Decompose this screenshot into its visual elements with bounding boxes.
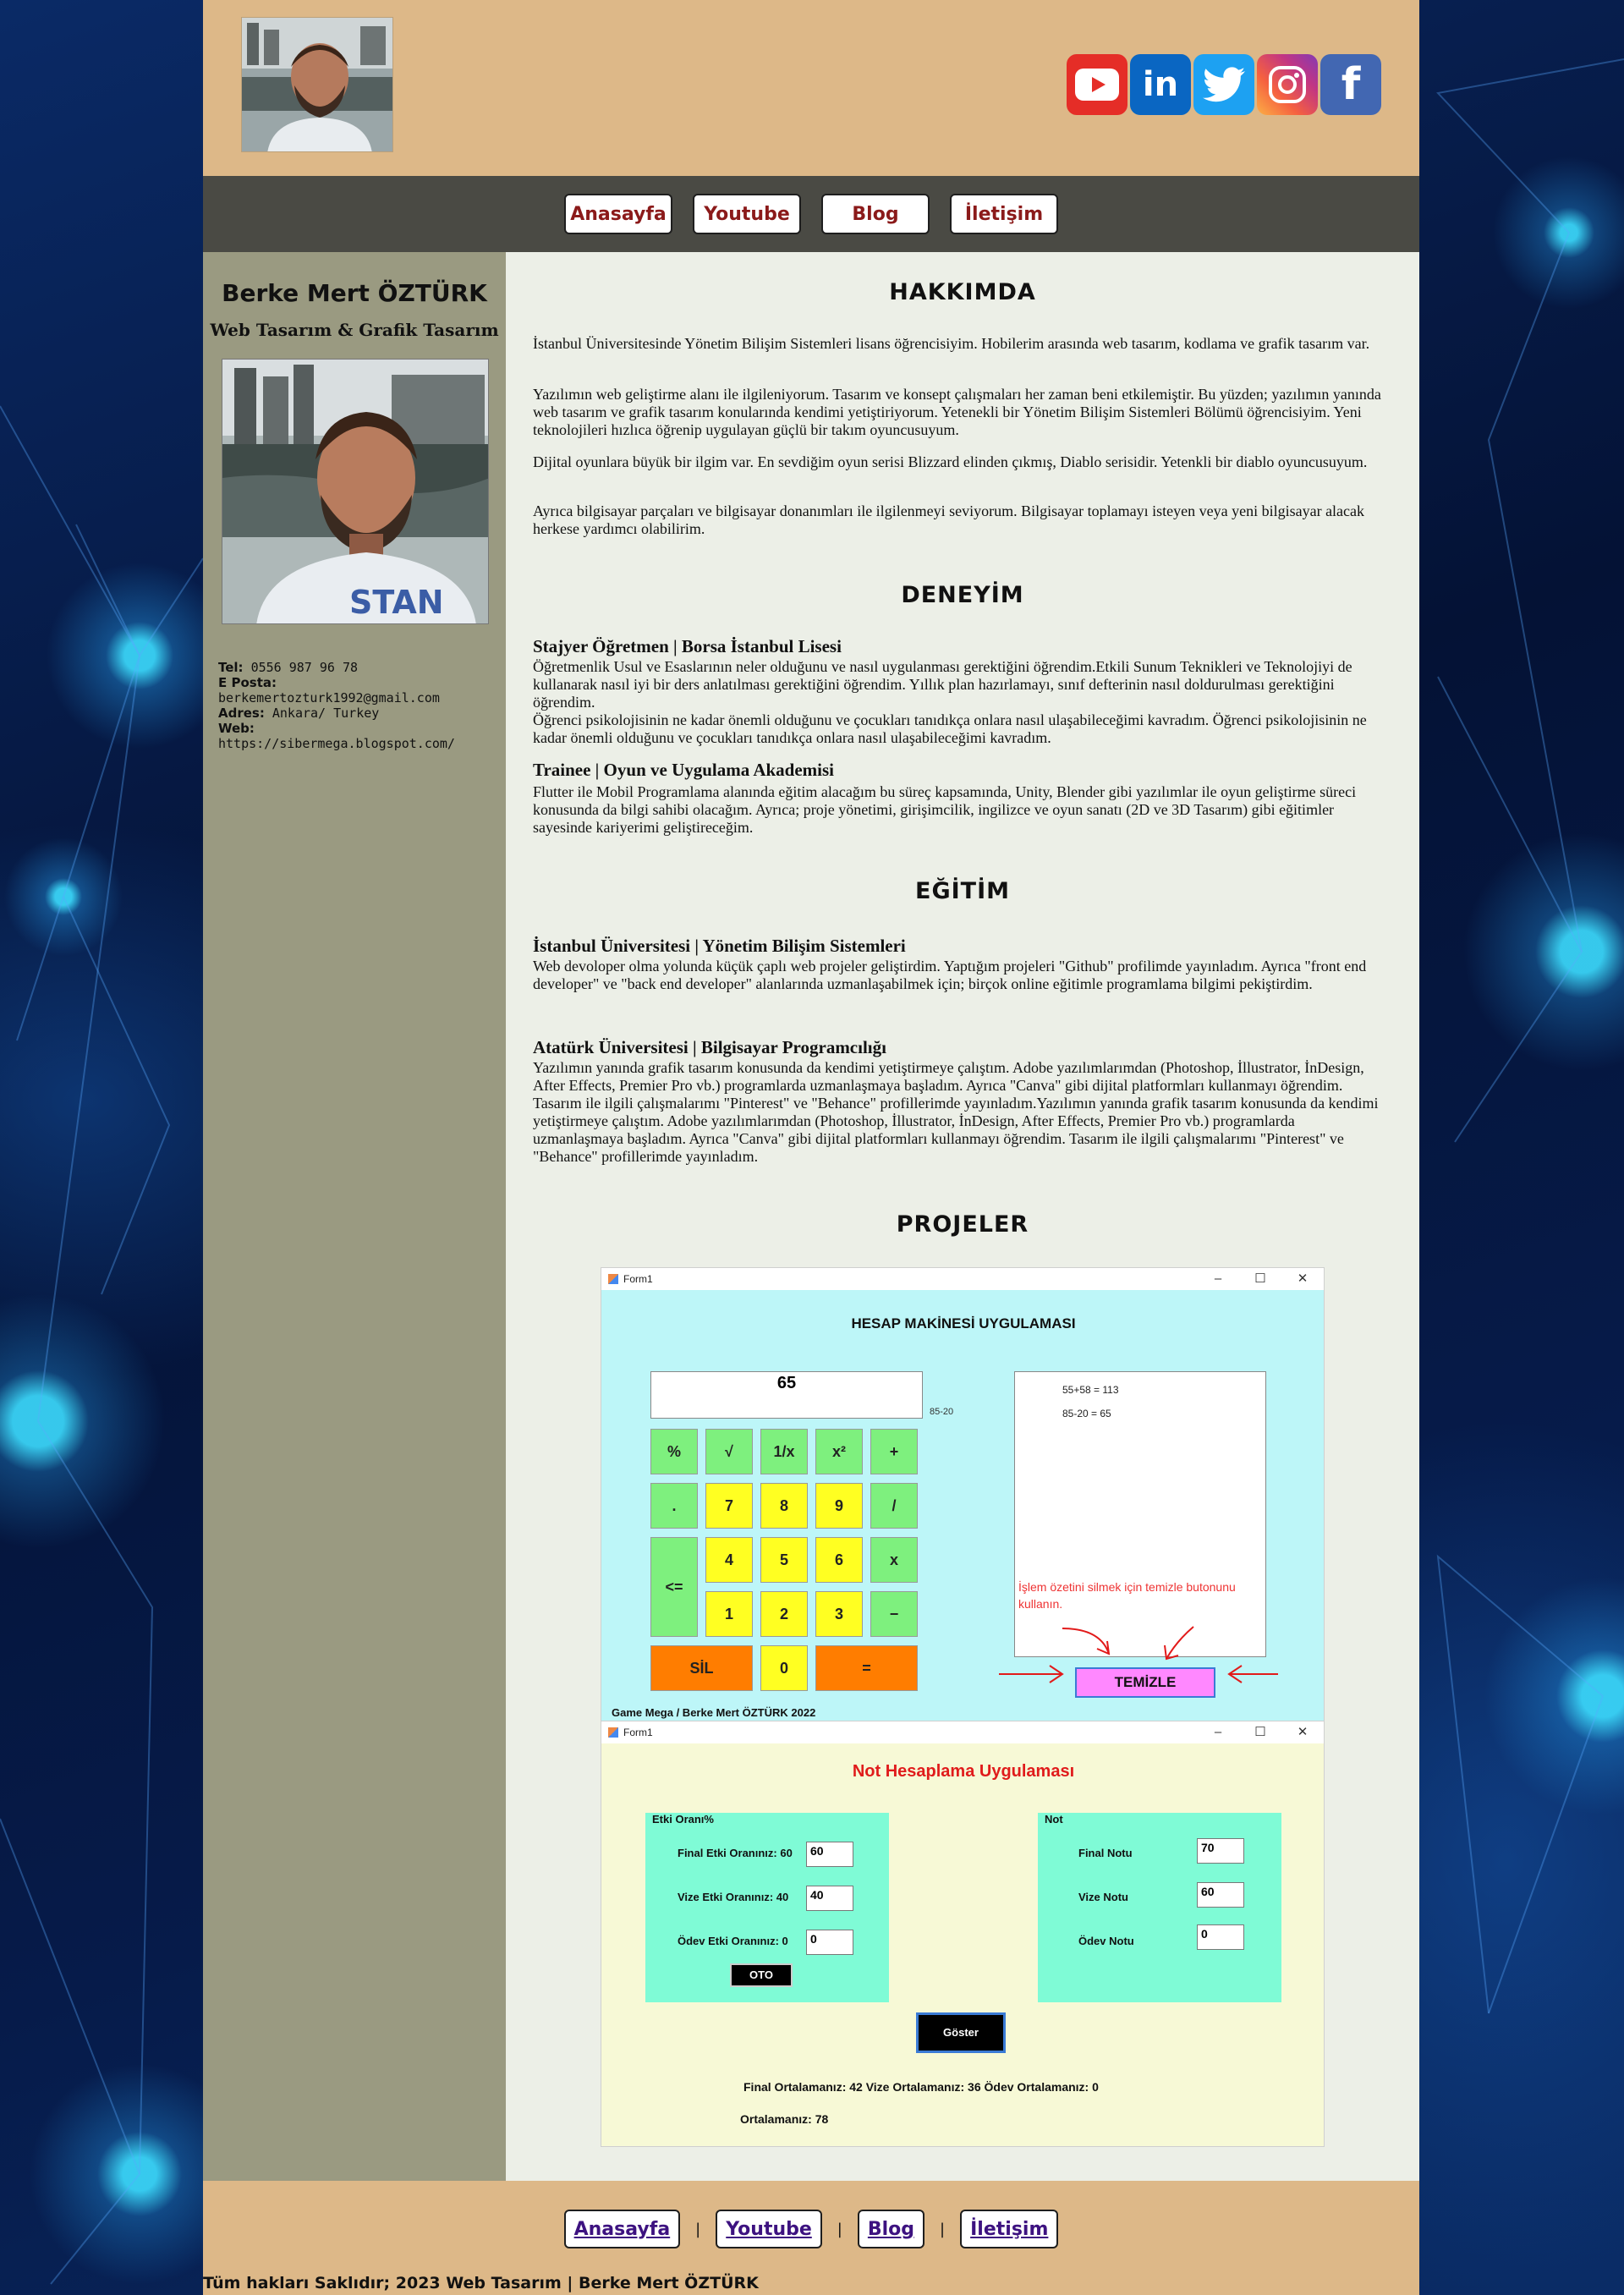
- experience-text: Öğrenci psikolojisinin ne kadar önemli o…: [533, 711, 1367, 746]
- footer-home-link[interactable]: Anasayfa: [563, 2210, 681, 2248]
- copyright-text: Tüm hakları Saklıdır; 2023 Web Tasarım |…: [203, 2274, 759, 2292]
- address-value: Ankara/ Turkey: [272, 706, 380, 721]
- nav-home-button[interactable]: Anasayfa: [564, 194, 672, 234]
- grade-calculator-title: Not Hesaplama Uygulaması: [852, 1762, 1075, 1781]
- maximize-icon: ☐: [1254, 1271, 1266, 1286]
- final-rate-field: 60: [806, 1842, 853, 1867]
- minimize-icon: –: [1214, 1271, 1222, 1286]
- education-text: Web devoloper olma yolunda küçük çaplı w…: [533, 958, 1367, 992]
- window-titlebar: Form1 – ☐ ✕: [601, 1268, 1324, 1290]
- svg-text:STAN: STAN: [349, 584, 444, 621]
- calculator-footer: Game Mega / Berke Mert ÖZTÜRK 2022: [612, 1706, 816, 1719]
- final-grade-field: 70: [1197, 1838, 1244, 1864]
- contact-info: Tel: 0556 987 96 78 E Posta: berkemertoz…: [218, 660, 497, 751]
- page-container: in f Anasayfa Youtube Blog İletişim Berk…: [203, 0, 1419, 2295]
- experience-text: Öğretmenlik Usul ve Esaslarının neler ol…: [533, 658, 1352, 711]
- profile-title: Web Tasarım & Grafik Tasarım: [210, 320, 499, 340]
- midterm-rate-field: 40: [806, 1886, 853, 1911]
- grades-group: Not Final Notu 70 Vize Notu 60 Ödev Notu…: [1038, 1813, 1281, 2002]
- final-rate-label: Final Etki Oranınız: 60: [678, 1847, 793, 1859]
- instagram-icon[interactable]: [1257, 54, 1318, 115]
- facebook-icon[interactable]: f: [1320, 54, 1381, 115]
- midterm-grade-label: Vize Notu: [1078, 1891, 1128, 1903]
- homework-rate-label: Ödev Etki Oranınız: 0: [678, 1935, 788, 1947]
- window-title: Form1: [623, 1727, 653, 1738]
- midterm-rate-label: Vize Etki Oranınız: 40: [678, 1891, 789, 1903]
- nav-youtube-button[interactable]: Youtube: [693, 194, 801, 234]
- red-arrows-annotation: [999, 1626, 1278, 1683]
- twitter-icon[interactable]: [1193, 54, 1254, 115]
- web-value: https://sibermega.blogspot.com/: [218, 736, 455, 751]
- education-text: Yazılımın yanında grafik tasarım konusun…: [533, 1059, 1379, 1165]
- nav-contact-button[interactable]: İletişim: [950, 194, 1058, 234]
- homework-grade-field: 0: [1197, 1924, 1244, 1950]
- tel-value: 0556 987 96 78: [250, 660, 359, 675]
- main-content: HAKKIMDA İstanbul Üniversitesinde Yöneti…: [506, 252, 1419, 2181]
- header-photo: [241, 17, 393, 152]
- about-paragraph: Ayrıca bilgisayar parçaları ve bilgisaya…: [533, 502, 1365, 537]
- window-titlebar: Form1 – ☐ ✕: [601, 1721, 1324, 1743]
- footer-separator: |: [940, 2220, 946, 2238]
- footer-blog-link[interactable]: Blog: [857, 2210, 925, 2248]
- close-icon: ✕: [1297, 1725, 1309, 1739]
- footer-separator: |: [695, 2220, 701, 2238]
- social-links: in f: [1067, 54, 1381, 115]
- grade-calculator-screenshot: Form1 – ☐ ✕ Not Hesaplama Uygulaması Etk…: [601, 1721, 1325, 2147]
- experience-text: Flutter ile Mobil Programlama alanında e…: [533, 783, 1357, 836]
- tel-label: Tel:: [218, 660, 244, 675]
- calculator-body: HESAP MAKİNESİ UYGULAMASI 65 85-20 % √ 1…: [601, 1290, 1324, 1725]
- profile-name: Berke Mert ÖZTÜRK: [222, 279, 487, 307]
- show-button: Göster: [916, 2012, 1006, 2053]
- education-heading: EĞİTİM: [915, 878, 1010, 904]
- footer-separator: |: [837, 2220, 842, 2238]
- homework-rate-field: 0: [806, 1930, 853, 1955]
- close-icon: ✕: [1297, 1271, 1309, 1286]
- experience-title: Stajyer Öğretmen | Borsa İstanbul Lisesi: [533, 636, 842, 656]
- linkedin-icon[interactable]: in: [1130, 54, 1191, 115]
- midterm-grade-field: 60: [1197, 1882, 1244, 1908]
- grade-calculator-body: Not Hesaplama Uygulaması Etki Oranı% Fin…: [601, 1743, 1324, 2146]
- about-paragraph: İstanbul Üniversitesinde Yönetim Bilişim…: [533, 335, 1370, 352]
- window-title: Form1: [623, 1273, 653, 1285]
- projects-heading: PROJELER: [896, 1211, 1029, 1238]
- grades-group-title: Not: [1045, 1813, 1063, 1826]
- about-heading: HAKKIMDA: [889, 279, 1036, 305]
- maximize-icon: ☐: [1254, 1725, 1266, 1739]
- email-label: E Posta:: [218, 675, 277, 690]
- top-navigation: Anasayfa Youtube Blog İletişim: [203, 176, 1419, 252]
- sidebar: Berke Mert ÖZTÜRK Web Tasarım & Grafik T…: [203, 252, 506, 2181]
- calculator-screenshot: Form1 – ☐ ✕ HESAP MAKİNESİ UYGULAMASI 65…: [601, 1267, 1325, 1726]
- web-label: Web:: [218, 721, 255, 736]
- oto-button: OTO: [730, 1963, 793, 1987]
- average-result: Ortalamanız: 78: [740, 2112, 829, 2126]
- rates-group: Etki Oranı% Final Etki Oranınız: 60 60 V…: [645, 1813, 889, 2002]
- nav-blog-button[interactable]: Blog: [821, 194, 930, 234]
- footer-youtube-link[interactable]: Youtube: [716, 2210, 822, 2248]
- experience-heading: DENEYİM: [901, 582, 1024, 608]
- homework-grade-label: Ödev Notu: [1078, 1935, 1134, 1947]
- address-label: Adres:: [218, 706, 265, 721]
- education-title: Atatürk Üniversitesi | Bilgisayar Progra…: [533, 1037, 886, 1057]
- about-paragraph: Dijital oyunlara büyük bir ilgim var. En…: [533, 453, 1368, 470]
- footer-contact-link[interactable]: İletişim: [960, 2210, 1059, 2248]
- profile-photo: STAN: [222, 359, 489, 624]
- final-grade-label: Final Notu: [1078, 1847, 1133, 1859]
- form-icon: [608, 1274, 618, 1284]
- minimize-icon: –: [1214, 1725, 1222, 1739]
- form-icon: [608, 1727, 618, 1738]
- clear-button: TEMİZLE: [1075, 1667, 1215, 1698]
- education-title: İstanbul Üniversitesi | Yönetim Bilişim …: [533, 936, 906, 956]
- about-paragraph: Yazılımın web geliştirme alanı ile ilgil…: [533, 386, 1381, 438]
- experience-title: Trainee | Oyun ve Uygulama Akademisi: [533, 760, 835, 780]
- footer: Anasayfa | Youtube | Blog | İletişim Tüm…: [203, 2181, 1419, 2295]
- email-value: berkemertozturk1992@gmail.com: [218, 690, 440, 706]
- rates-group-title: Etki Oranı%: [652, 1813, 714, 1826]
- header: in f: [203, 0, 1419, 176]
- footer-links: Anasayfa | Youtube | Blog | İletişim: [203, 2210, 1419, 2248]
- result-line: Final Ortalamanız: 42 Vize Ortalamanız: …: [743, 2080, 1099, 2094]
- youtube-icon[interactable]: [1067, 54, 1127, 115]
